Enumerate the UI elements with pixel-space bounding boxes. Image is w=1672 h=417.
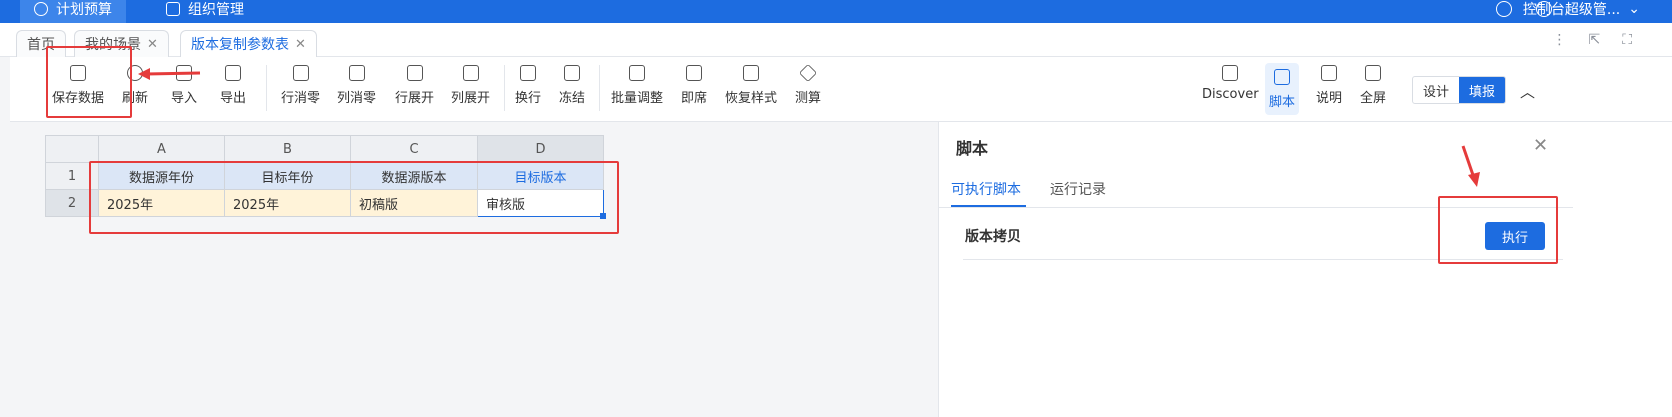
annotation-arrow — [145, 71, 201, 76]
annotation-arrows — [138, 68, 1480, 187]
annotation-arrow-head — [138, 68, 150, 80]
annotation-arrow-head — [1468, 172, 1480, 187]
annotation-arrow — [1461, 145, 1476, 179]
